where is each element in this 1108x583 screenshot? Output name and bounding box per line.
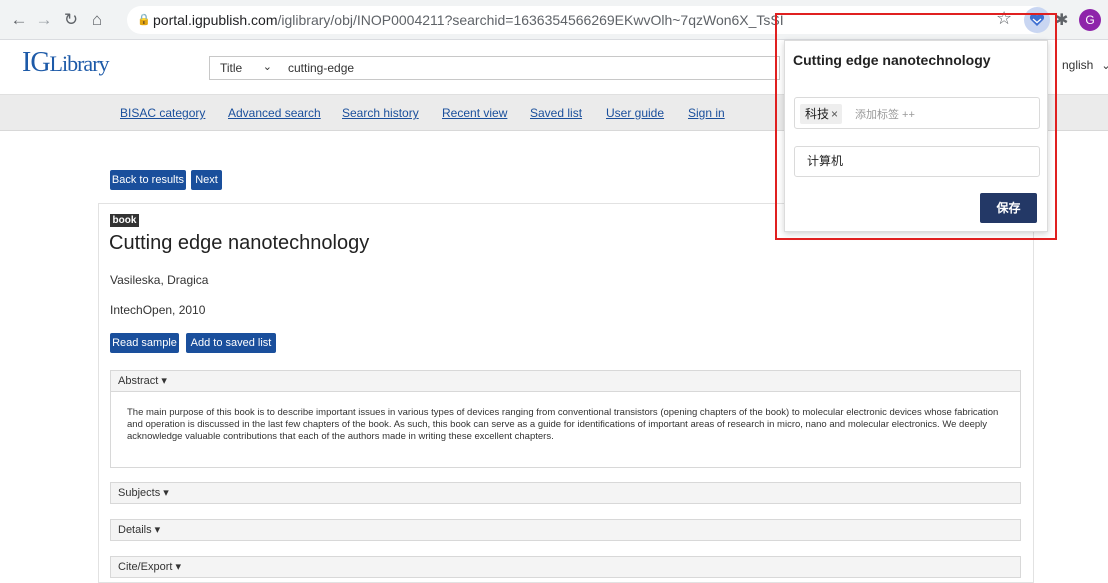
extensions-puzzle-icon[interactable]: ✱ [1055,10,1068,30]
language-select[interactable]: nglish ⌄ [1062,58,1108,72]
add-to-saved-list-button[interactable]: Add to saved list [186,333,276,353]
url-text: portal.igpublish.com/iglibrary/obj/INOP0… [153,12,784,28]
nav-bisac-category[interactable]: BISAC category [120,106,205,120]
search-input[interactable]: cutting-edge [280,56,780,80]
highlight-box [775,13,1057,240]
back-to-results-button[interactable]: Back to results [110,170,186,190]
details-toggle[interactable]: Details ▾ [110,519,1021,541]
nav-advanced-search[interactable]: Advanced search [228,106,321,120]
url-host: portal.igpublish.com [153,12,278,28]
iglibrary-logo[interactable]: IGLibrary [22,47,110,79]
abstract-toggle[interactable]: Abstract ▾ [110,370,1021,392]
back-arrow-icon[interactable]: ← [8,9,30,31]
reload-icon[interactable]: ↻ [60,9,82,31]
nav-user-guide[interactable]: User guide [606,106,664,120]
nav-recent-view[interactable]: Recent view [442,106,507,120]
language-value: nglish [1062,58,1094,72]
profile-avatar[interactable]: G [1079,9,1101,31]
abstract-text: The main purpose of this book is to desc… [110,392,1021,468]
search-type-value: Title [220,61,243,75]
cite-export-toggle[interactable]: Cite/Export ▾ [110,556,1021,578]
logo-main: IG [22,47,51,78]
lock-icon: 🔒 [137,14,151,26]
read-sample-button[interactable]: Read sample [110,333,179,353]
subjects-toggle[interactable]: Subjects ▾ [110,482,1021,504]
nav-sign-in[interactable]: Sign in [688,106,725,120]
nav-search-history[interactable]: Search history [342,106,419,120]
chevron-down-icon: ⌄ [262,61,272,73]
search-type-select[interactable]: Title ⌄ [209,56,281,80]
chevron-down-icon: ⌄ [1101,60,1108,72]
next-button[interactable]: Next [191,170,222,190]
home-icon[interactable]: ⌂ [86,9,108,31]
forward-arrow-icon[interactable]: → [33,9,55,31]
book-author: Vasileska, Dragica [110,273,209,287]
logo-rest: Library [49,51,110,76]
book-type-badge: book [110,214,139,227]
nav-saved-list[interactable]: Saved list [530,106,582,120]
book-title: Cutting edge nanotechnology [109,232,370,254]
url-path: /iglibrary/obj/INOP0004211?searchid=1636… [277,12,784,28]
book-publisher: IntechOpen, 2010 [110,303,206,317]
